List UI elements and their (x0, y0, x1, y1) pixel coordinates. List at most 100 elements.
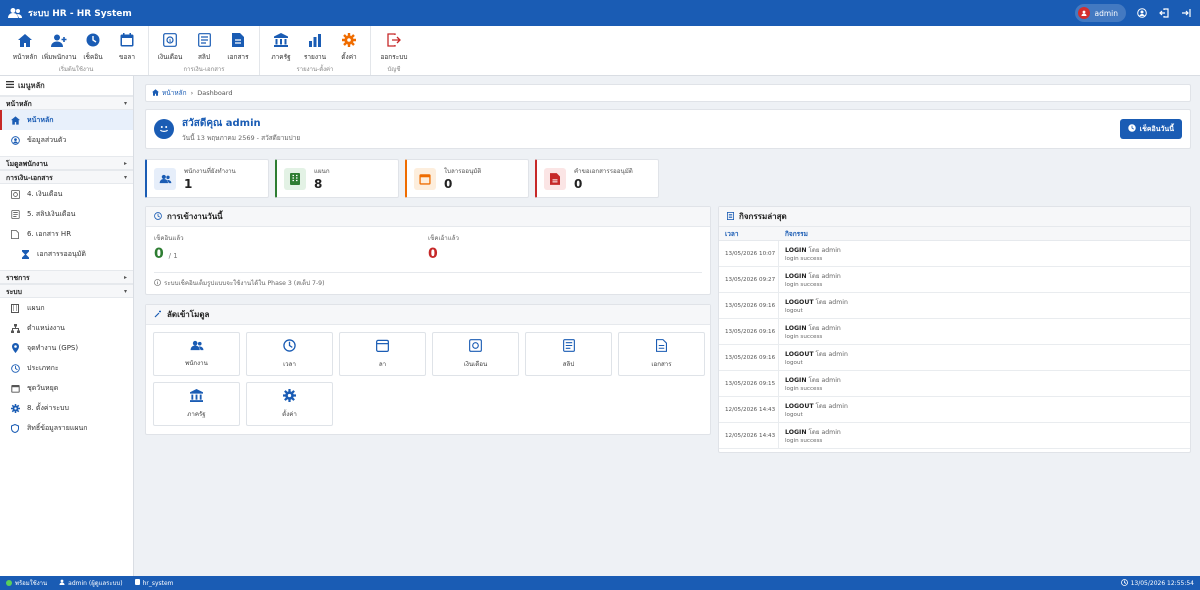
shortcut-leave[interactable]: ลา (339, 332, 426, 376)
checked-out-value: 0 (428, 246, 438, 262)
activity-action-type: LOGIN (785, 429, 807, 436)
ribbon-checkin-button[interactable]: เช็คอิน (78, 32, 108, 64)
account-icon[interactable] (1136, 7, 1148, 19)
ribbon-button-label: รายงาน (303, 53, 327, 61)
user-menu[interactable]: admin (1074, 4, 1126, 22)
shortcut-government[interactable]: ภาครัฐ (153, 382, 240, 426)
sign-out-icon[interactable] (1158, 7, 1170, 19)
slip-icon (10, 209, 20, 219)
ribbon-salary-button[interactable]: $ เงินเดือน (155, 32, 185, 64)
stat-label: คำขอเอกสารรออนุมัติ (574, 168, 633, 175)
slip-icon (196, 32, 212, 48)
shortcut-label: เวลา (283, 361, 296, 368)
sidebar-section-finance[interactable]: การเงิน-เอกสาร ▾ (0, 170, 133, 184)
gear-icon (10, 403, 20, 413)
sidebar-item-dept-permissions[interactable]: สิทธิ์ข้อมูลรายแผนก (0, 418, 133, 438)
calendar-icon (119, 32, 135, 48)
sidebar-item-label: ข้อมูลส่วนตัว (27, 135, 67, 144)
breadcrumb-current: Dashboard (197, 89, 233, 97)
sidebar-item-home[interactable]: หน้าหลัก (0, 110, 133, 130)
shortcut-salary[interactable]: เงินเดือน (432, 332, 519, 376)
breadcrumb-home-label: หน้าหลัก (162, 89, 187, 97)
chevron-down-icon: ▾ (123, 173, 127, 181)
shield-icon (10, 423, 20, 433)
sidebar-item-position[interactable]: ตำแหน่งงาน (0, 318, 133, 338)
logout-icon (386, 32, 402, 48)
activity-row: 12/05/2026 14:43 LOGIN โดย admin login suc… (719, 423, 1190, 449)
document-icon (656, 339, 667, 354)
ribbon-document-button[interactable]: เอกสาร (223, 32, 253, 64)
checked-in-stat: เช็คอินแล้ว 0 / 1 (154, 233, 428, 262)
activity-cell: LOGIN โดย admin login success (779, 427, 841, 444)
status-user: admin (ผู้ดูแลระบบ) (59, 578, 123, 588)
sidebar-item-holidays[interactable]: ชุดวันหยุด (0, 378, 133, 398)
svg-text:$: $ (169, 38, 172, 44)
sidebar-item-label: สิทธิ์ข้อมูลรายแผนก (27, 423, 88, 432)
activity-row: 13/05/2026 09:27 LOGIN โดย admin login suc… (719, 267, 1190, 293)
sidebar-item-department[interactable]: แผนก (0, 298, 133, 318)
sidebar-item-salary[interactable]: 4. เงินเดือน (0, 184, 133, 204)
ribbon-logout-button[interactable]: ออกระบบ (377, 32, 411, 64)
activity-cell: LOGIN โดย admin login success (779, 375, 841, 392)
sidebar-item-shift[interactable]: ประเภทกะ (0, 358, 133, 378)
checkin-today-button[interactable]: เช็คอินวันนี้ (1119, 119, 1182, 139)
shortcut-time[interactable]: เวลา (246, 332, 333, 376)
ribbon-group-finance: $ เงินเดือน สลิป เอกสาร การเงิน-เอกสาร (149, 26, 260, 75)
activity-cell: LOGOUT โดย admin logout (779, 401, 848, 418)
activity-time: 12/05/2026 14:43 (719, 423, 779, 448)
power-icon[interactable] (1180, 7, 1192, 19)
shortcut-documents[interactable]: เอกสาร (618, 332, 705, 376)
map-pin-icon (10, 343, 20, 353)
sidebar-item-profile[interactable]: ข้อมูลส่วนตัว (0, 130, 133, 150)
attendance-panel: การเข้างานวันนี้ เช็คอินแล้ว 0 / 1 เช็คเ… (145, 206, 711, 295)
shortcut-settings[interactable]: ตั้งค่า (246, 382, 333, 426)
checkin-button-label: เช็คอินวันนี้ (1139, 124, 1174, 133)
salary-icon: $ (162, 32, 178, 48)
sidebar-section-government[interactable]: ราชการ ▸ (0, 270, 133, 284)
breadcrumb-home[interactable]: หน้าหลัก (152, 88, 187, 98)
ribbon-group-label: เริ่มต้นใช้งาน (58, 66, 94, 73)
calendar-icon (376, 339, 389, 354)
slip-icon (562, 339, 575, 354)
sidebar-item-pending-docs[interactable]: เอกสารรออนุมัติ (0, 244, 133, 264)
ribbon-home-button[interactable]: หน้าหลัก (10, 32, 40, 64)
activity-time: 13/05/2026 10:07 (719, 241, 779, 266)
stat-active-employees: พนักงานที่ยังทำงาน 1 (145, 159, 269, 198)
ribbon-report-button[interactable]: รายงาน (300, 32, 330, 64)
ribbon-settings-button[interactable]: ตั้งค่า (334, 32, 364, 64)
shortcut-employees[interactable]: พนักงาน (153, 332, 240, 376)
shortcut-slip[interactable]: สลิป (525, 332, 612, 376)
magic-icon (154, 310, 162, 320)
ribbon-button-label: เอกสาร (227, 53, 249, 61)
sidebar-item-gps[interactable]: จุดทำงาน (GPS) (0, 338, 133, 358)
sidebar-item-payslip[interactable]: 5. สลิปเงินเดือน (0, 204, 133, 224)
activity-action-type: LOGIN (785, 325, 807, 332)
checked-in-total: / 1 (168, 252, 178, 260)
ribbon-button-label: ตั้งค่า (341, 53, 357, 61)
building-icon (284, 167, 306, 190)
ribbon-add-employee-button[interactable]: เพิ่มพนักงาน (42, 32, 76, 64)
ribbon-leave-button[interactable]: ขอลา (112, 32, 142, 64)
sidebar-item-hr-docs[interactable]: 6. เอกสาร HR (0, 224, 133, 244)
sidebar-item-label: ชุดวันหยุด (27, 383, 59, 392)
users-icon (190, 340, 204, 353)
sidebar-section-system[interactable]: ระบบ ▾ (0, 284, 133, 298)
chevron-right-icon: ▸ (123, 273, 127, 281)
calendar-icon (10, 383, 20, 393)
status-user-text: admin (ผู้ดูแลระบบ) (68, 580, 123, 587)
home-icon (17, 32, 33, 48)
sidebar-item-system-settings[interactable]: 8. ตั้งค่าระบบ (0, 398, 133, 418)
menu-list-icon (6, 81, 14, 90)
sidebar-item-label: แผนก (27, 303, 45, 312)
activity-panel: กิจกรรมล่าสุด เวลา กิจกรรม 13/05/2026 10… (718, 206, 1191, 453)
ribbon-slip-button[interactable]: สลิป (189, 32, 219, 64)
activity-action: LOGIN โดย admin (785, 427, 841, 437)
sidebar-section-home[interactable]: หน้าหลัก ▾ (0, 96, 133, 110)
ribbon-government-button[interactable]: ภาครัฐ (266, 32, 296, 64)
activity-row: 13/05/2026 10:07 LOGIN โดย admin login suc… (719, 241, 1190, 267)
gear-icon (283, 389, 296, 404)
activity-cell: LOGOUT โดย admin logout (779, 349, 848, 366)
clock-icon (85, 32, 101, 48)
sidebar-section-employee[interactable]: โมดูลพนักงาน ▸ (0, 156, 133, 170)
chevron-down-icon: ▾ (123, 99, 127, 107)
